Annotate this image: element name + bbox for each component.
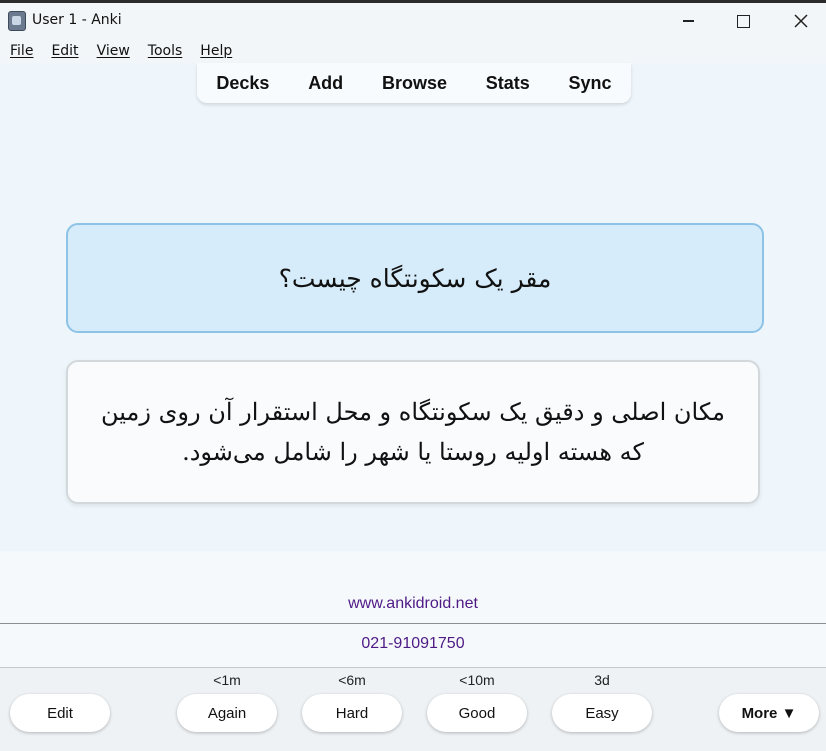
top-toolbar: Decks Add Browse Stats Sync [197,63,631,103]
maximize-button[interactable] [720,3,766,39]
again-interval: <1m [213,672,241,688]
answer-bar: Edit <1m Again <6m Hard <10m Good 3d Eas… [0,667,826,751]
menu-edit[interactable]: Edit [41,43,86,59]
card-footer: www.ankidroid.net 021-91091750 [0,551,826,667]
more-button[interactable]: More ▼ [719,694,819,732]
title-bar: User 1 - Anki [0,3,826,39]
minimize-button[interactable] [665,3,711,39]
window-title: User 1 - Anki [32,12,122,28]
question-text: مقر یک سکونتگاه چیست؟ [278,263,552,293]
good-interval: <10m [459,672,495,688]
menu-help[interactable]: Help [190,43,240,59]
browse-button[interactable]: Browse [376,73,453,94]
website-link[interactable]: www.ankidroid.net [0,595,826,613]
easy-button[interactable]: Easy [552,694,652,732]
answer-card: مکان اصلی و دقیق یک سکونتگاه و محل استقر… [66,360,760,504]
reviewer-area: Decks Add Browse Stats Sync مقر یک سکونت… [0,63,826,551]
menu-bar: File Edit View Tools Help [0,39,826,63]
footer-divider [0,623,826,624]
menu-tools[interactable]: Tools [138,43,191,59]
again-button[interactable]: Again [177,694,277,732]
menu-file[interactable]: File [0,43,41,59]
close-button[interactable] [778,3,824,39]
add-button[interactable]: Add [302,73,349,94]
hard-interval: <6m [338,672,366,688]
question-card: مقر یک سکونتگاه چیست؟ [66,223,764,333]
stats-button[interactable]: Stats [480,73,536,94]
minimize-icon [682,20,694,22]
anki-app-icon [8,11,26,31]
close-icon [794,14,808,28]
sync-button[interactable]: Sync [563,73,618,94]
good-button[interactable]: Good [427,694,527,732]
decks-button[interactable]: Decks [210,73,275,94]
menu-view[interactable]: View [87,43,138,59]
phone-text: 021-91091750 [361,635,465,652]
easy-interval: 3d [594,672,610,688]
hard-button[interactable]: Hard [302,694,402,732]
answer-text: مکان اصلی و دقیق یک سکونتگاه و محل استقر… [101,398,725,466]
edit-button[interactable]: Edit [10,694,110,732]
maximize-icon [736,14,750,28]
